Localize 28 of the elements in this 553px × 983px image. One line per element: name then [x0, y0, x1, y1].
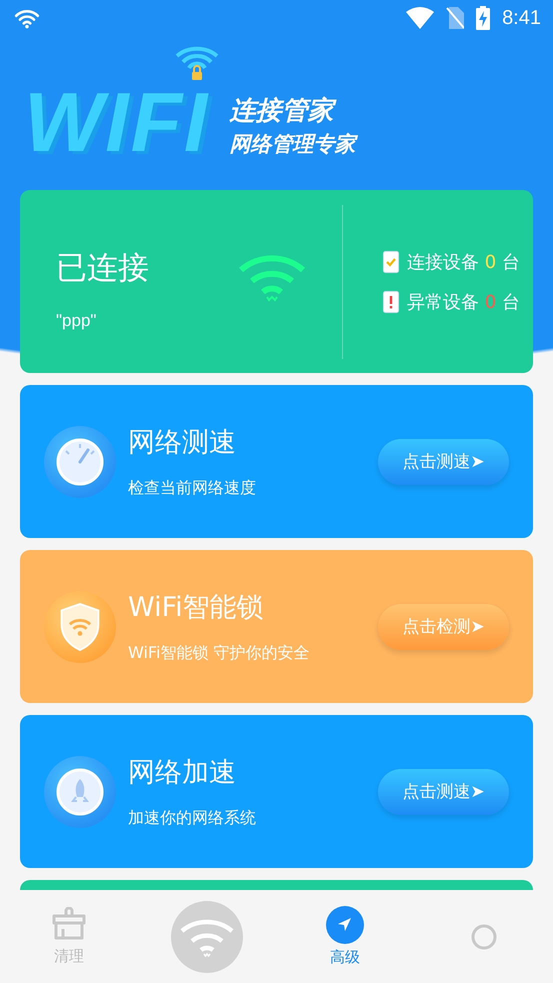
wifi-lock-icon — [175, 44, 220, 80]
feature-description: 加速你的网络系统 — [128, 808, 257, 829]
clock-time: 8:41 — [502, 6, 541, 30]
device-count-text: 异常设备 0 台 — [407, 290, 520, 314]
no-sim-icon — [446, 7, 464, 29]
action-button[interactable]: 点击检测➤ — [378, 604, 509, 650]
feature-description: WiFi智能锁 守护你的安全 — [128, 643, 310, 664]
feature-description: 检查当前网络速度 — [128, 478, 257, 499]
feature-title: WiFi智能锁 — [128, 591, 265, 625]
app-subtitle: 网络管理专家 — [229, 130, 356, 158]
nav-tab[interactable] — [468, 922, 498, 952]
network-name: "ppp" — [56, 310, 98, 330]
logo-text: WIFI — [24, 82, 210, 162]
circle-icon — [468, 922, 498, 952]
wifi-signal-icon — [14, 7, 40, 29]
action-button[interactable]: 点击测速➤ — [378, 438, 509, 484]
feature-title: 网络加速 — [128, 756, 237, 790]
app-title: 连接管家 — [229, 93, 356, 128]
device-count-text: 连接设备 0 台 — [407, 250, 520, 274]
battery-icon — [476, 6, 490, 30]
feature-title: 网络测速 — [128, 426, 237, 460]
check-badge-icon — [383, 250, 399, 272]
connection-status: 已连接 — [56, 248, 150, 288]
nav-tab[interactable]: 清理 — [51, 907, 87, 966]
nav-tab[interactable]: 高级 — [326, 906, 364, 967]
wifi-signal-icon — [406, 7, 434, 29]
warning-badge-icon — [383, 290, 399, 312]
action-button[interactable]: 点击测速➤ — [378, 768, 509, 814]
